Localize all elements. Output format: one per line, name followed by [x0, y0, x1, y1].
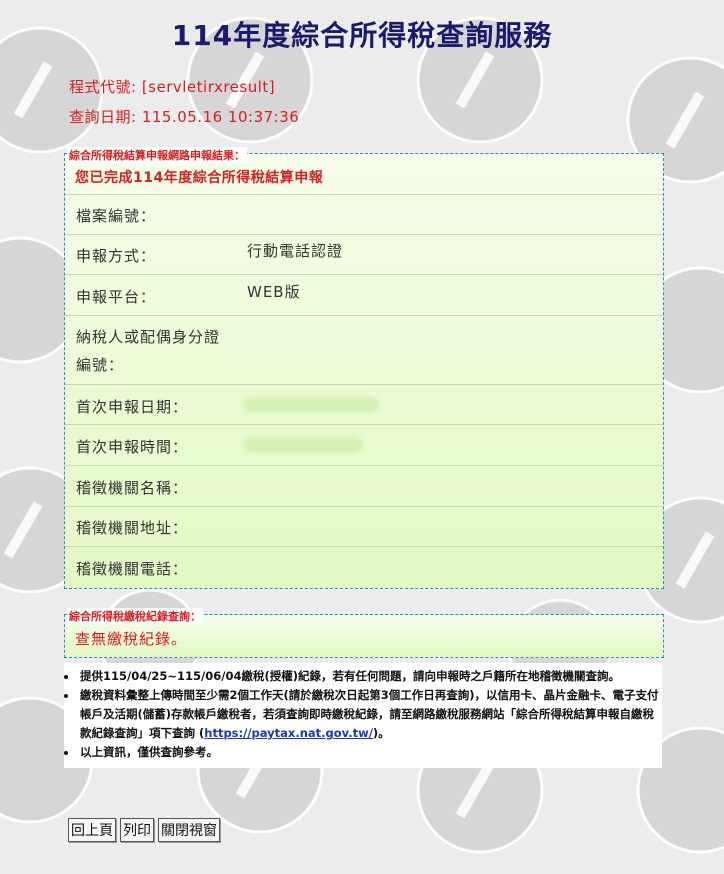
close-window-button[interactable]: 關閉視窗 [158, 818, 220, 842]
no-payment-record-message: 查無繳稅紀錄。 [75, 630, 188, 648]
note-item: 提供115/04/25~115/06/04繳稅(授權)紀錄，若有任何問題，請向申… [78, 667, 662, 686]
row-tax-office-phone: 稽徵機關電話： [65, 546, 663, 588]
tax-office-address-label: 稽徵機關地址： [76, 519, 189, 537]
row-tax-office-name: 稽徵機關名稱： [65, 465, 663, 507]
row-file-number: 檔案編號： [65, 194, 663, 235]
filing-platform-label: 申報平台： [76, 288, 157, 306]
row-filing-method: 申報方式： 行動電話認證 [65, 234, 663, 275]
paytax-link[interactable]: https://paytax.nat.gov.tw/ [204, 726, 373, 740]
print-button[interactable]: 列印 [120, 818, 154, 842]
filing-platform-value: WEB版 [247, 283, 301, 301]
payment-record-legend: 綜合所得稅繳稅紀錄查詢： [67, 608, 203, 624]
tax-office-phone-label: 稽徵機關電話： [76, 560, 189, 578]
back-button[interactable]: 回上頁 [68, 818, 116, 842]
file-number-label: 檔案編號： [76, 207, 157, 225]
row-taxpayer-id: 納稅人或配偶身分證 編號： [65, 315, 663, 385]
program-code: 程式代號: [servletirxresult] [69, 78, 276, 96]
filing-result-legend: 綜合所得稅結算申報網路申報結果： [67, 147, 247, 163]
row-filing-platform: 申報平台： WEB版 [65, 274, 663, 315]
row-first-filing-time: 首次申報時間： [65, 424, 663, 466]
note-item: 繳稅資料彙整上傳時間至少需2個工作天(請於繳稅次日起第3個工作日再查詢)，以信用… [78, 686, 662, 743]
row-tax-office-address: 稽徵機關地址： [65, 506, 663, 547]
action-buttons: 回上頁 列印 關閉視窗 [68, 818, 224, 842]
first-filing-date-label: 首次申報日期： [76, 398, 189, 416]
query-date: 查詢日期: 115.05.16 10:37:36 [69, 108, 300, 126]
filing-complete-message: 您已完成114年度綜合所得稅結算申報 [75, 170, 324, 186]
taxpayer-id-label-line2: 編號： [76, 356, 125, 374]
note-text-end: )。 [372, 726, 390, 740]
filing-result-fieldset: 綜合所得稅結算申報網路申報結果： 您已完成114年度綜合所得稅結算申報 檔案編號… [64, 147, 664, 589]
row-first-filing-date: 首次申報日期： [65, 384, 663, 425]
redacted-first-filing-date [243, 397, 379, 413]
notes-list: 提供115/04/25~115/06/04繳稅(授權)紀錄，若有任何問題，請向申… [64, 663, 662, 768]
page-title: 114年度綜合所得稅查詢服務 [171, 19, 553, 52]
filing-method-value: 行動電話認證 [247, 242, 344, 260]
redacted-first-filing-time [243, 437, 363, 453]
first-filing-time-label: 首次申報時間： [76, 438, 189, 456]
taxpayer-id-label: 納稅人或配偶身分證 [76, 328, 221, 346]
tax-office-name-label: 稽徵機關名稱： [76, 479, 189, 497]
filing-method-label: 申報方式： [76, 247, 157, 265]
note-item: 以上資訊，僅供查詢參考。 [78, 743, 662, 762]
payment-record-fieldset: 綜合所得稅繳稅紀錄查詢： 查無繳稅紀錄。 [64, 608, 664, 658]
